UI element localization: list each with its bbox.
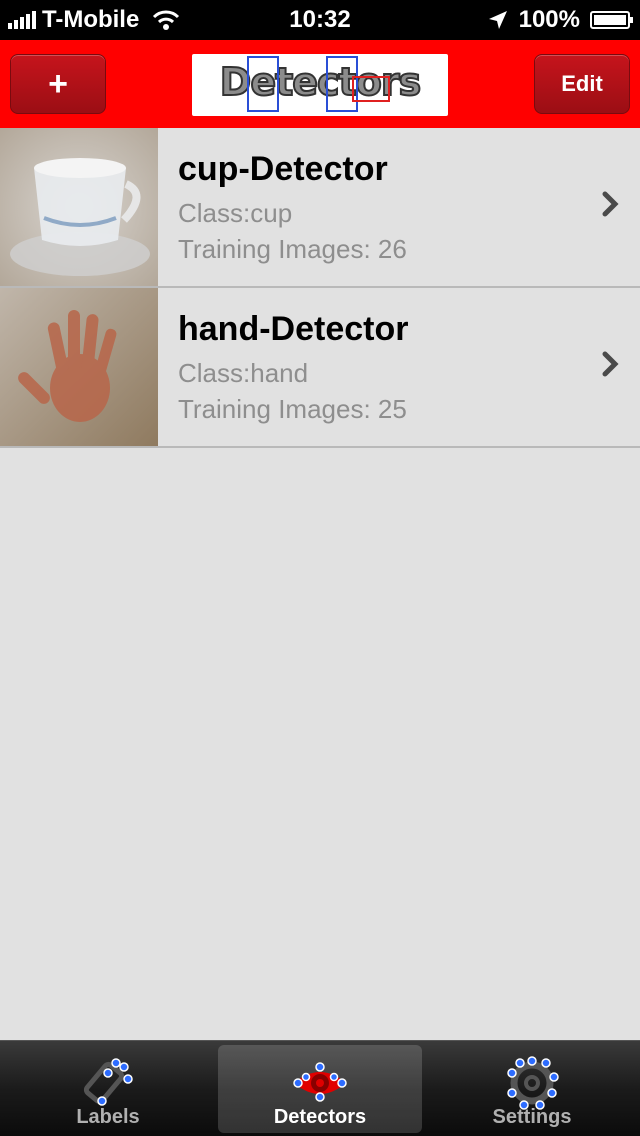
detector-class: Class:cup [178,198,293,228]
eye-icon [293,1062,347,1102]
cup-thumbnail [0,128,158,286]
detection-box-decoration [352,76,390,102]
status-right: 100% [487,6,633,34]
nav-title-logo: Detectors [192,54,448,116]
chevron-right-icon [602,191,619,217]
tab-detectors[interactable]: Detectors [218,1045,422,1133]
tab-settings[interactable]: Settings [430,1045,634,1133]
hand-thumbnail [0,288,158,446]
detector-row-hand[interactable]: hand-Detector Class:hand Training Images… [0,288,640,448]
navigation-bar: + Detectors Edit [0,40,640,128]
tab-bar: Labels Detectors Settings [0,1040,640,1136]
detector-training-count: Training Images: 26 [178,234,407,264]
tab-labels[interactable]: Labels [6,1045,210,1133]
tab-label: Detectors [273,1106,367,1128]
status-bar: T-Mobile 10:32 100% [0,0,640,40]
location-arrow-icon [488,11,507,29]
tab-label: Settings [492,1106,572,1128]
detector-name: hand-Detector [178,310,409,348]
battery-percent: 100% [518,6,580,33]
nav-title-text: Detectors [219,59,422,105]
chevron-right-icon [602,351,619,377]
add-button[interactable]: + [10,54,106,114]
detector-row-cup[interactable]: cup-Detector Class:cup Training Images: … [0,128,640,288]
tag-icon [83,1058,133,1106]
detector-name: cup-Detector [178,150,388,188]
detector-training-count: Training Images: 25 [178,394,407,424]
detection-box-decoration [247,56,279,112]
edit-button[interactable]: Edit [534,54,630,114]
detector-class: Class:hand [178,358,309,388]
detector-list: cup-Detector Class:cup Training Images: … [0,128,640,448]
tab-label: Labels [76,1106,140,1128]
gear-icon [507,1056,559,1110]
battery-icon [590,11,633,29]
